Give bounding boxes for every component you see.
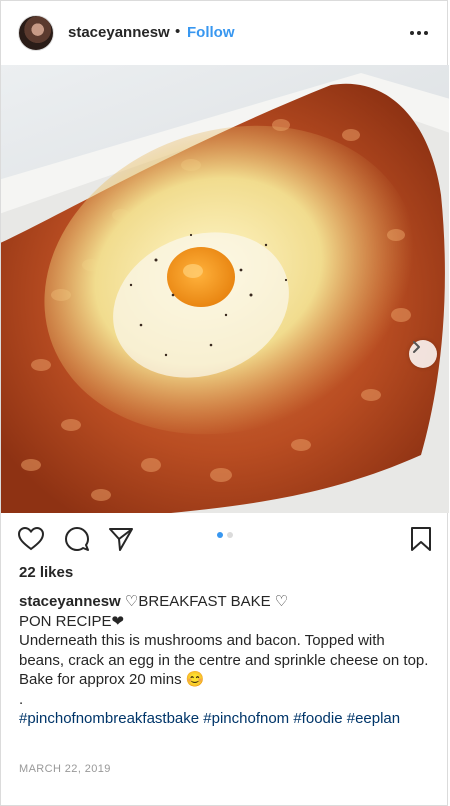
share-button[interactable] (107, 525, 135, 553)
caption-hashtags[interactable]: #pinchofnombreakfastbake #pinchofnom #fo… (19, 709, 433, 729)
avatar[interactable] (18, 15, 54, 51)
breakfast-bake-image (1, 73, 449, 513)
comment-button[interactable] (63, 525, 91, 553)
caption-bake-line: Bake for approx 20 mins 😊 (19, 670, 433, 690)
header-separator: • (175, 23, 181, 40)
share-icon (109, 528, 133, 551)
post-username[interactable]: staceyannesw (68, 24, 170, 41)
caption-first-line: staceyannesw ♡BREAKFAST BAKE ♡ (19, 592, 433, 612)
post-photo[interactable] (1, 65, 449, 513)
heart-icon (17, 526, 45, 551)
post-date[interactable]: MARCH 22, 2019 (19, 763, 111, 775)
carousel-dot (227, 532, 233, 538)
follow-button[interactable]: Follow (187, 24, 235, 41)
likes-count[interactable]: 22 likes (19, 564, 73, 581)
caption-title: ♡BREAKFAST BAKE ♡ (124, 593, 289, 610)
post-caption: staceyannesw ♡BREAKFAST BAKE ♡ PON RECIP… (19, 592, 433, 729)
more-icon[interactable] (407, 21, 431, 45)
action-bar (1, 513, 449, 563)
carousel-next-button[interactable] (409, 340, 437, 368)
like-button[interactable] (17, 525, 45, 553)
post-header: staceyannesw • Follow (1, 1, 449, 65)
bookmark-icon (411, 527, 431, 551)
caption-dot: . (19, 690, 24, 708)
carousel-indicator (215, 532, 235, 538)
smile-emoji-icon: 😊 (185, 671, 205, 688)
carousel-dot-active (217, 532, 223, 538)
comment-icon (65, 527, 89, 551)
chevron-right-icon (413, 341, 420, 353)
post-card: staceyannesw • Follow 22 likes staceyann… (0, 0, 449, 806)
caption-bake: Bake for approx 20 mins (19, 671, 182, 688)
caption-body: Underneath this is mushrooms and bacon. … (19, 632, 429, 669)
caption-username[interactable]: staceyannesw (19, 593, 121, 610)
save-button[interactable] (407, 525, 435, 553)
caption-line2: PON RECIPE❤ (19, 612, 125, 630)
